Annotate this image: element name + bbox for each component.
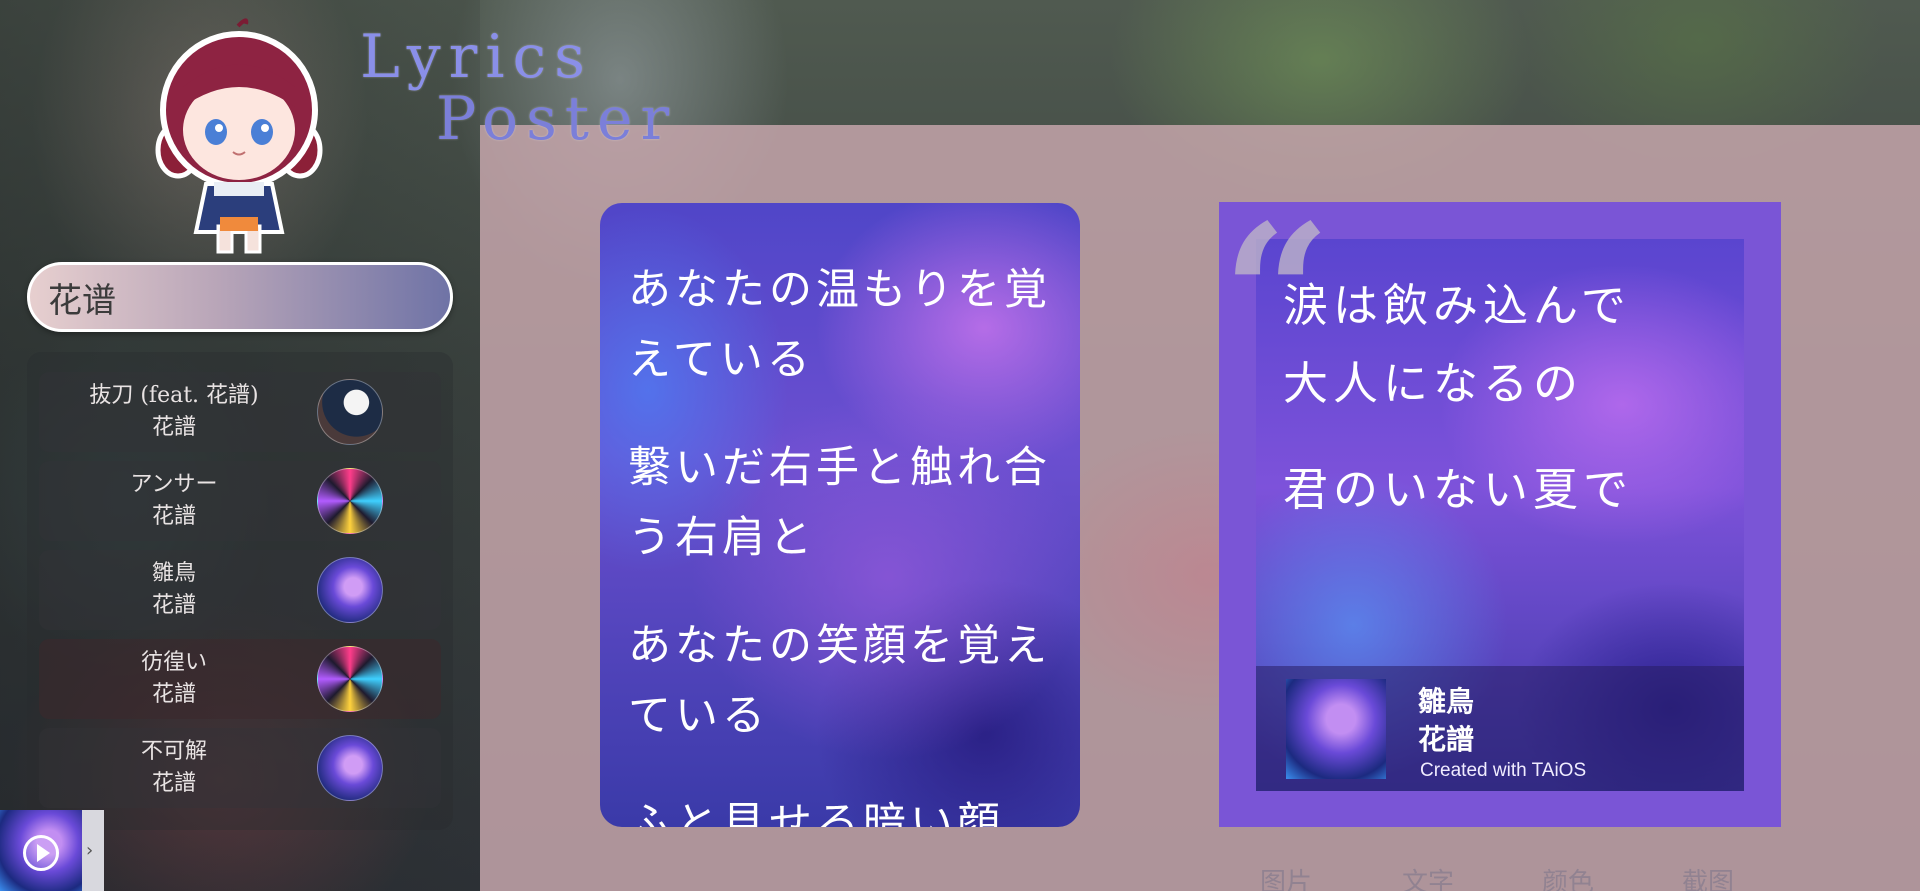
app-title-line2: Poster — [436, 84, 678, 154]
app-title-line1: Lyrics — [360, 22, 593, 92]
tab-color[interactable]: 颜色 — [1542, 862, 1594, 891]
result-text: アンサー 花譜 — [39, 469, 309, 533]
tab-screenshot[interactable]: 截图 — [1682, 862, 1734, 891]
album-cover[interactable] — [317, 735, 383, 801]
result-item[interactable]: 不可解 花譜 — [39, 728, 441, 808]
album-cover[interactable] — [317, 379, 383, 445]
mascot-logo — [155, 18, 323, 254]
lyric-line[interactable]: あなたの笑顔を覚えている — [628, 611, 1054, 751]
result-item[interactable]: 彷徨い 花譜 — [39, 639, 441, 719]
result-title: 抜刀 (feat. 花譜) — [89, 383, 259, 408]
result-text: 不可解 花譜 — [39, 736, 309, 800]
result-text: 雛鳥 花譜 — [39, 558, 309, 622]
poster-song-title: 雛鳥 — [1418, 685, 1475, 718]
play-circle-icon[interactable] — [23, 835, 59, 871]
result-artist: 花譜 — [151, 504, 196, 529]
result-title: 雛鳥 — [151, 561, 196, 586]
result-text: 彷徨い 花譜 — [39, 647, 309, 711]
lyric-line[interactable]: ふと見せる暗い顔 — [628, 789, 1054, 827]
app-title: Lyrics Poster — [360, 26, 677, 150]
lyric-line[interactable]: 繋いだ右手と触れ合う右肩と — [628, 433, 1054, 573]
lyric-line[interactable]: あなたの温もりを覚えている — [628, 255, 1054, 395]
search-box[interactable] — [27, 262, 453, 332]
result-artist: 花譜 — [151, 682, 196, 707]
tab-image[interactable]: 图片 — [1260, 862, 1312, 891]
search-input[interactable] — [30, 265, 450, 329]
search-results: 抜刀 (feat. 花譜) 花譜 アンサー 花譜 雛鳥 花譜 彷徨い 花譜 不可… — [27, 352, 453, 830]
lyrics-card[interactable]: あなたの温もりを覚えている 繋いだ右手と触れ合う右肩と あなたの笑顔を覚えている… — [600, 203, 1080, 827]
chevron-right-icon[interactable]: › — [86, 840, 93, 861]
result-item[interactable]: 抜刀 (feat. 花譜) 花譜 — [39, 372, 441, 452]
result-artist: 花譜 — [151, 593, 196, 618]
result-title: アンサー — [130, 472, 218, 497]
poster-footer: 雛鳥 花譜 Created with TAiOS — [1256, 666, 1744, 791]
result-artist: 花譜 — [151, 415, 196, 440]
album-cover[interactable] — [317, 468, 383, 534]
poster-artist: 花譜 — [1418, 723, 1475, 756]
result-item[interactable]: 雛鳥 花譜 — [39, 550, 441, 630]
result-text: 抜刀 (feat. 花譜) 花譜 — [39, 380, 309, 444]
result-title: 不可解 — [140, 739, 207, 764]
result-artist: 花譜 — [151, 771, 196, 796]
poster-album-cover — [1286, 679, 1386, 779]
album-cover[interactable] — [317, 557, 383, 623]
mini-player: › — [0, 810, 104, 891]
tab-text[interactable]: 文字 — [1402, 862, 1454, 891]
poster-credit: Created with TAiOS — [1420, 760, 1587, 781]
result-title: 彷徨い — [140, 650, 207, 675]
style-tabs: 图片 文字 颜色 截图 — [1220, 862, 1780, 891]
result-item[interactable]: アンサー 花譜 — [39, 461, 441, 541]
quote-mark-icon: “ — [1222, 183, 1332, 406]
poster-lyric-line: 涙は飲み込んで — [1283, 279, 1631, 332]
album-cover[interactable] — [317, 646, 383, 712]
poster-lyric-line: 君のいない夏で — [1283, 463, 1634, 516]
